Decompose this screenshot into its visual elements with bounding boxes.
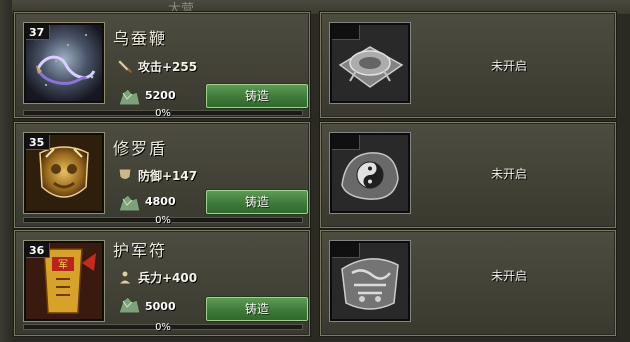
- cost-text: 5200: [145, 89, 176, 102]
- locked-label: 未开启: [491, 59, 528, 73]
- sword-icon: [117, 59, 132, 73]
- locked-label: 未开启: [491, 167, 528, 181]
- stat-text: 防御+147: [138, 169, 198, 183]
- level-badge: 36: [26, 243, 50, 258]
- forge-button[interactable]: 铸造: [206, 84, 308, 108]
- locked-card: 未开启: [320, 230, 616, 336]
- equipment-image-frame[interactable]: 37: [24, 23, 104, 103]
- locked-label: 未开启: [491, 269, 528, 283]
- background-left-strip: [0, 0, 12, 342]
- equipment-card: 37 乌蚕鞭 攻击+255 5200 铸造 0%: [14, 12, 310, 119]
- equipment-image-frame[interactable]: 军 36: [24, 241, 104, 321]
- locked-card: 未开启: [320, 122, 616, 228]
- equipment-name: 修罗盾: [113, 139, 168, 158]
- shield-icon: [118, 168, 132, 180]
- progress-label: 0%: [155, 108, 171, 119]
- forge-button[interactable]: 铸造: [206, 297, 308, 321]
- locked-card: 未开启: [320, 12, 616, 118]
- svg-text:军: 军: [58, 259, 68, 271]
- equipment-image-frame[interactable]: 35: [24, 133, 104, 213]
- progress-label: 0%: [155, 215, 171, 226]
- ore-icon: [118, 296, 141, 314]
- locked-image-frame: [330, 133, 410, 213]
- stat-text: 攻击+255: [138, 60, 198, 74]
- locked-image-frame: [330, 241, 410, 321]
- level-badge-empty: [332, 135, 360, 150]
- level-badge-empty: [332, 243, 360, 258]
- equipment-card: 35 修罗盾 防御+147 4800 铸造 0%: [14, 122, 310, 228]
- locked-image-frame: [330, 23, 410, 103]
- level-badge: 35: [26, 135, 50, 150]
- level-badge-empty: [332, 25, 360, 40]
- equipment-name: 乌蚕鞭: [113, 29, 168, 48]
- cost-text: 4800: [145, 195, 176, 208]
- level-badge: 37: [26, 25, 50, 40]
- soldier-icon: [117, 270, 133, 285]
- ore-icon: [118, 88, 141, 106]
- equipment-card: 军 36 护军符 兵力+400 5000 铸造 0%: [14, 230, 310, 336]
- stat-text: 兵力+400: [138, 271, 198, 285]
- ore-icon: [118, 194, 141, 212]
- cost-text: 5000: [145, 300, 176, 313]
- forge-button[interactable]: 铸造: [206, 190, 308, 214]
- progress-label: 0%: [155, 322, 171, 333]
- equipment-name: 护军符: [113, 241, 168, 260]
